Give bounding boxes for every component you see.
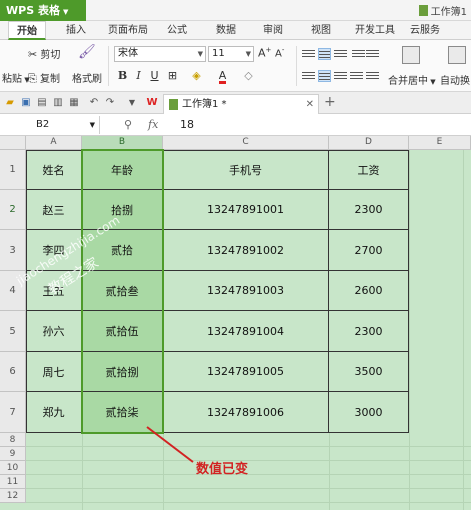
annotation-arrow (146, 426, 194, 463)
annotation-label: 数值已变 (196, 462, 249, 477)
